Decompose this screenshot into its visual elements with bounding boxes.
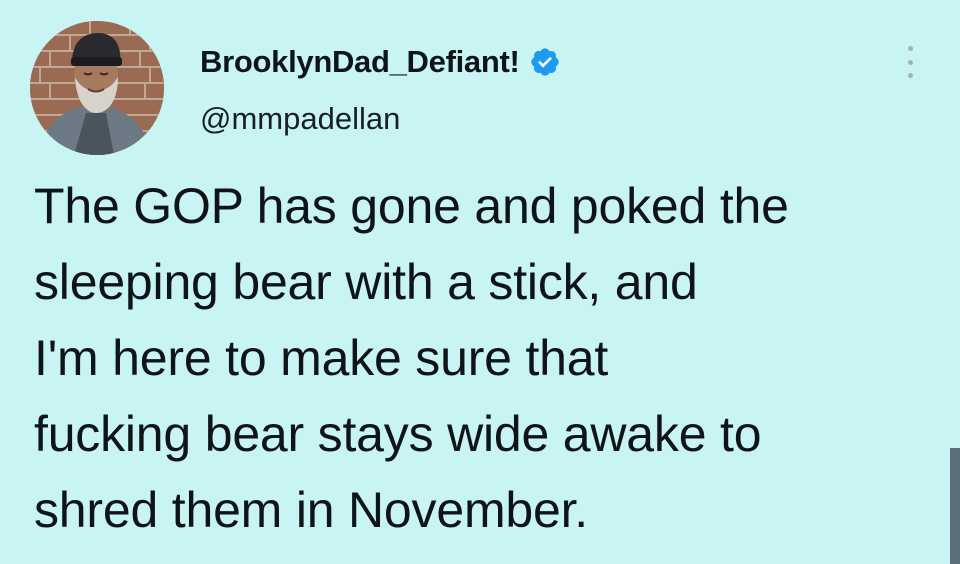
display-name[interactable]: BrooklynDad_Defiant!: [200, 44, 520, 80]
tweet-text-line: sleeping bear with a stick, and: [34, 254, 698, 310]
tweet-card: BrooklynDad_Defiant! @mmpadellan The GOP…: [0, 0, 960, 564]
author-name-row: BrooklynDad_Defiant!: [200, 42, 561, 82]
edge-strip: [950, 448, 960, 564]
profile-photo-icon: [30, 21, 164, 155]
tweet-text: The GOP has gone and poked the sleeping …: [34, 168, 944, 548]
more-dot: [907, 73, 913, 78]
avatar[interactable]: [30, 21, 164, 155]
tweet-text-line: I'm here to make sure that: [34, 330, 609, 386]
user-handle[interactable]: @mmpadellan: [200, 101, 400, 137]
more-dot: [907, 59, 913, 65]
tweet-text-line: shred them in November.: [34, 482, 588, 538]
tweet-text-line: fucking bear stays wide awake to: [34, 406, 762, 462]
tweet-text-line: The GOP has gone and poked the: [34, 178, 789, 234]
verified-badge-icon: [530, 48, 559, 76]
more-dot: [907, 46, 913, 51]
more-vertical-icon[interactable]: [898, 44, 922, 80]
